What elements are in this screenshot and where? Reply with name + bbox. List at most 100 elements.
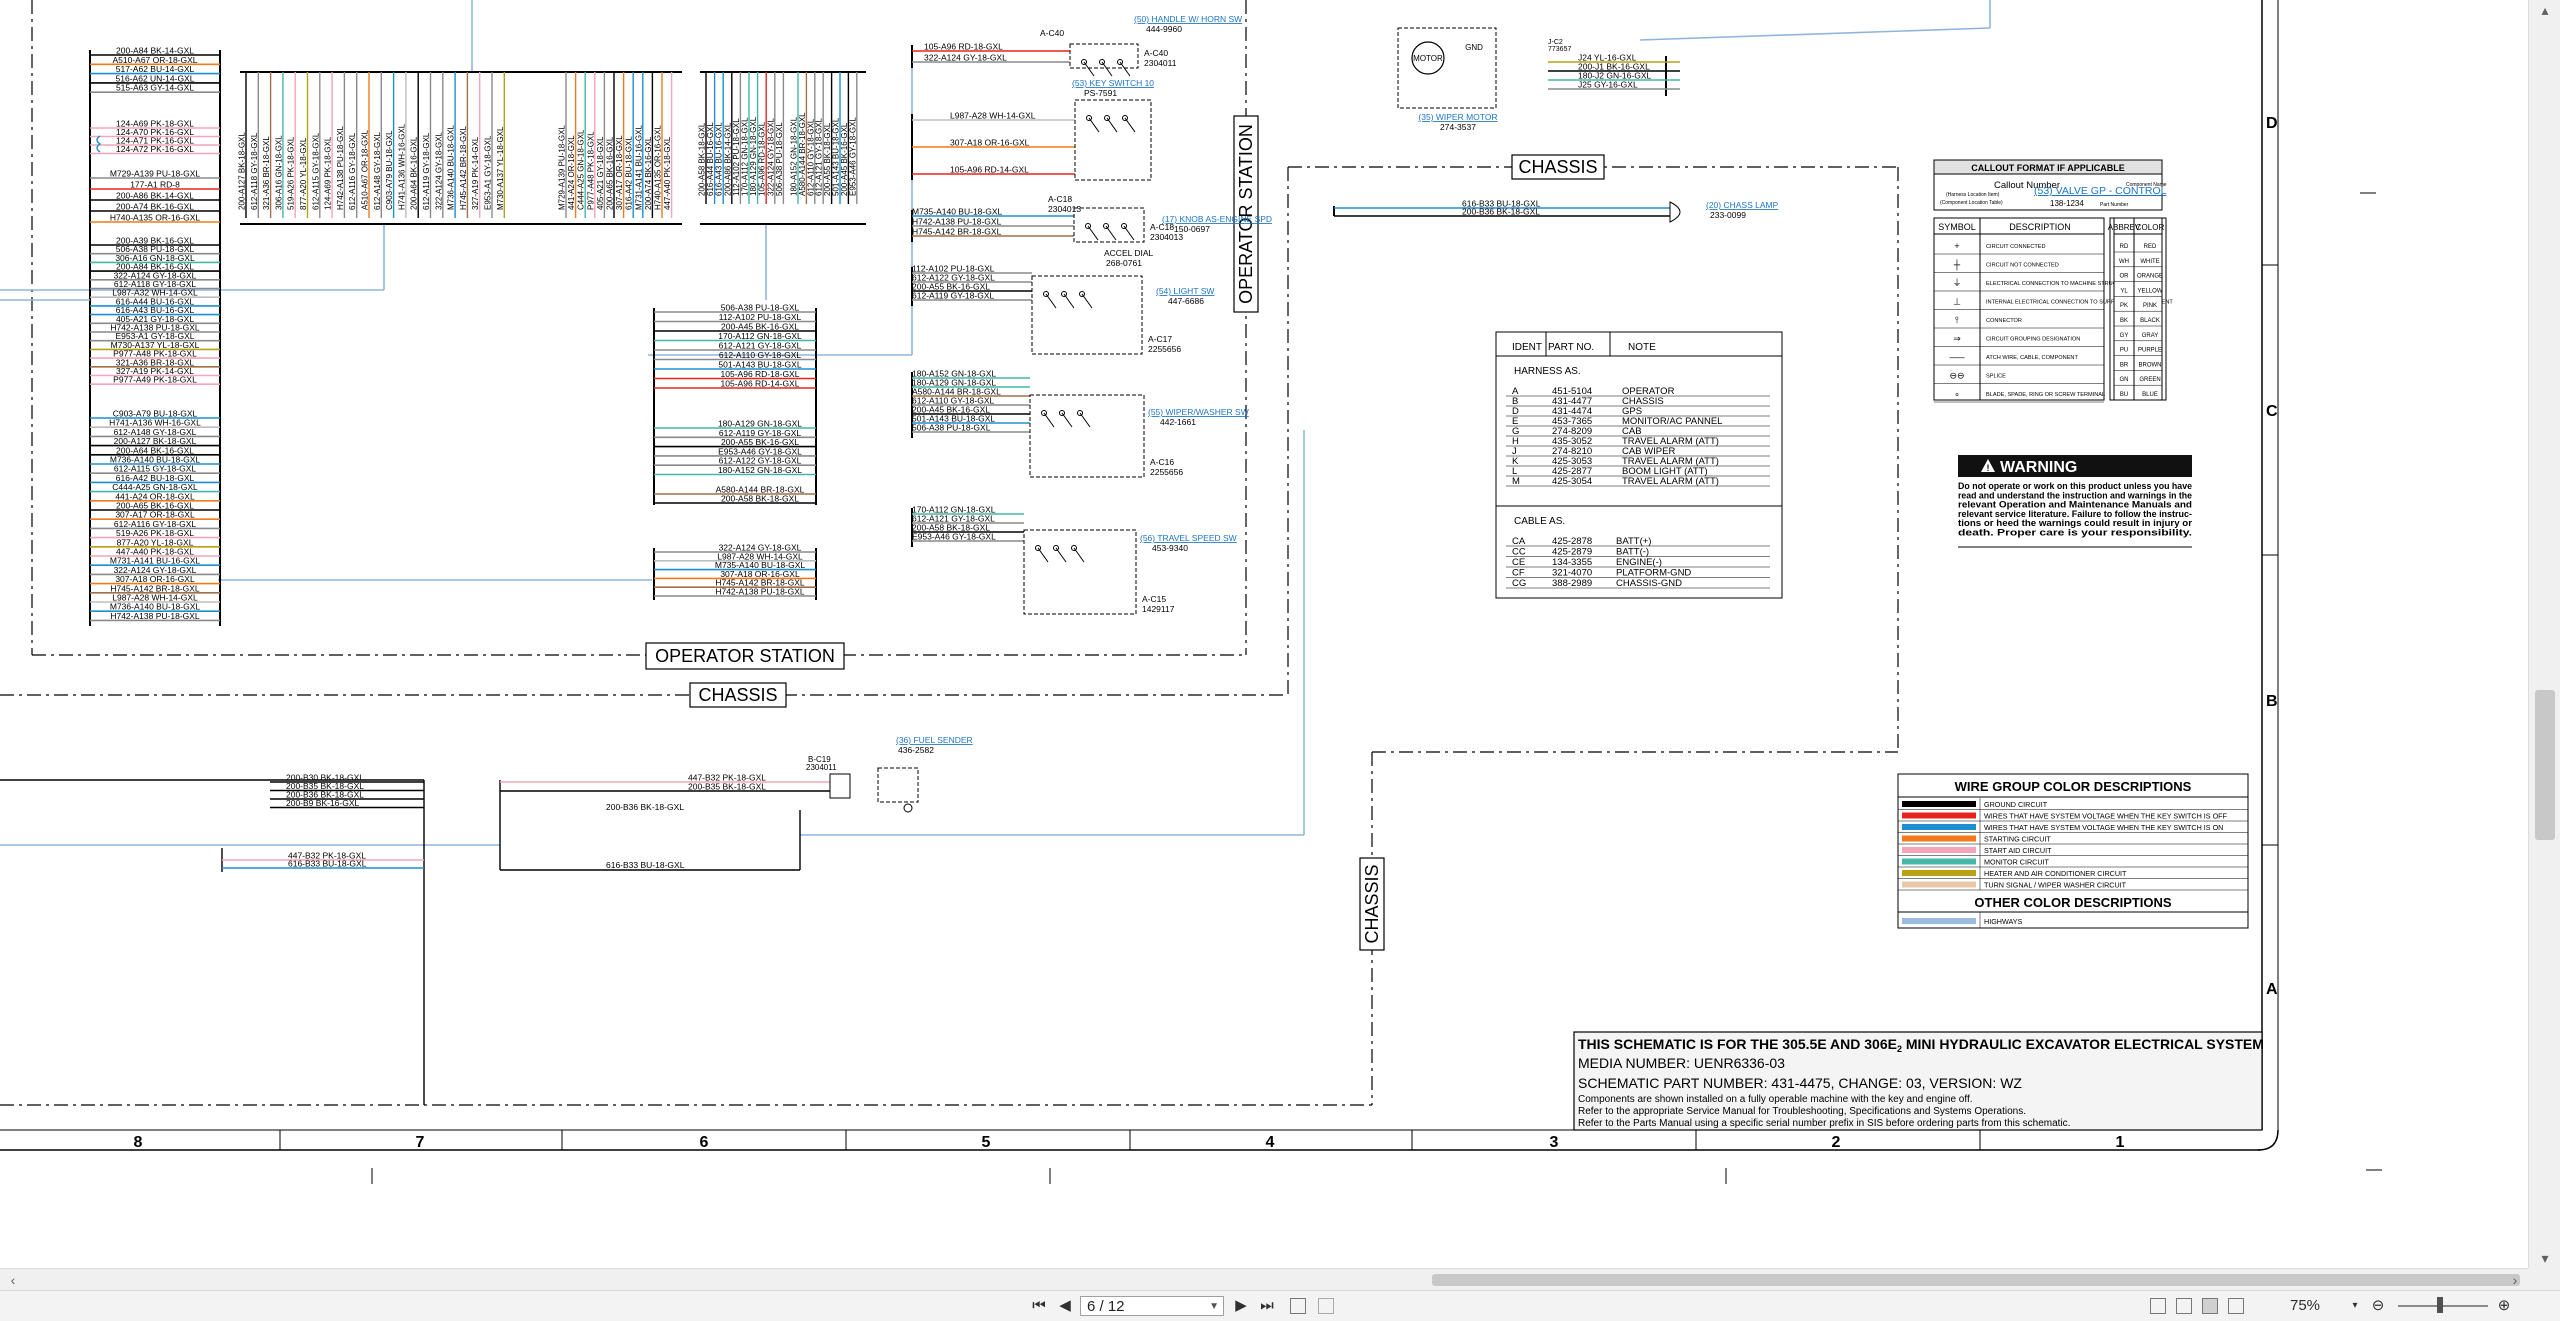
connector-id: J-C2 [1548, 39, 1563, 46]
zoom-slider-track[interactable] [2398, 1305, 2488, 1307]
color-name: YELLOW [2137, 288, 2162, 294]
first-page-button[interactable]: ⏮ [1030, 1296, 1048, 1316]
wire-label: 612-A119 GY-18-GXL [912, 291, 994, 301]
component-title: (56) TRAVEL SPEED SW [1140, 533, 1237, 543]
scroll-left-arrow-icon[interactable]: ‹ [2, 1269, 24, 1291]
wire-label: 105-A96 RD-18-GXL [924, 42, 1003, 52]
snapshot-icon[interactable] [1318, 1298, 1334, 1314]
wire-label: 105-A96 RD-14-GXL [950, 165, 1029, 175]
left-connector-c-group: M729-A139 PU-18-GXL177-A1 RD-8200-A86 BK… [90, 169, 220, 223]
wire-label: 306-A16 GN-18-GXL [274, 135, 283, 210]
wire-color-swatch [1902, 918, 1976, 924]
last-page-button[interactable]: ⏭ [1258, 1296, 1276, 1316]
vertical-scrollbar[interactable]: ▴ ▾ [2528, 0, 2560, 1268]
warning-title: WARNING [2000, 459, 2077, 476]
zoom-slider-thumb[interactable] [2437, 1297, 2443, 1313]
wire-label: H742-A138 PU-18-GXL [110, 611, 200, 621]
section-label-chassis-2: CHASSIS [1518, 157, 1597, 177]
table-cell: CHASSIS-GND [1616, 578, 1682, 589]
media-number: MEDIA NUMBER: UENR6336-03 [1578, 1055, 1785, 1071]
chevron-down-icon[interactable]: ▼ [1209, 1297, 1219, 1317]
switch-contact [1079, 412, 1091, 428]
scrollbar-corner [2528, 1268, 2560, 1290]
page-number-input[interactable]: 6 / 12 ▼ [1080, 1296, 1224, 1316]
horizontal-scroll-thumb[interactable] [1432, 1274, 2520, 1286]
color-name: WHITE [2140, 259, 2159, 265]
table-cell: ENGINE(-) [1616, 557, 1662, 568]
top-bundle-d-group: 180-A152 GN-18-GXL A580-A144 BR-18-GXL 612… [790, 72, 858, 204]
wire-label: 321-A36 BR-18-GXL [262, 136, 271, 210]
wire-label: 616-B33 BU-18-GXL [606, 860, 685, 870]
title-block: THIS SCHEMATIC IS FOR THE 305.5E AND 306… [1573, 1031, 2264, 1131]
chassis-wiring: 200-B30 BK-18-GXL200-B35 BK-18-GXL200-B3… [0, 735, 973, 1105]
connector-part: 2304011 [1144, 58, 1177, 68]
wire-label: 307-A17 OR-18-GXL [615, 135, 624, 210]
wiper-motor-component: MOTORGNDJ24 YL-16-GXL200-J1 BK-16-GXL180… [1397, 27, 1680, 132]
wire-color-swatch [1902, 812, 1976, 819]
wire-label: 327-A19 PK-14-GXL [471, 136, 480, 210]
wire-label: E953-A1 GY-18-GXL [484, 135, 493, 210]
connector-part: 1429117 [1142, 604, 1175, 614]
table-section-title: CABLE AS. [1514, 516, 1565, 527]
wire-color-swatch [1902, 801, 1976, 807]
wire-label: H740-A135 OR-16-GXL [654, 125, 663, 210]
two-page-view-icon[interactable] [2202, 1298, 2218, 1314]
wire-group-label: START AID CIRCUIT [1984, 846, 2052, 855]
table-cell: CE [1512, 557, 1525, 568]
accel-dial-part: 268-0761 [1106, 258, 1142, 268]
component-title: (50) HANDLE W/ HORN SW [1134, 14, 1242, 24]
document-viewport[interactable]: OPERATOR STATION CHASSIS CHASSIS OPERATO… [0, 0, 2528, 1268]
column-label: 6 [700, 1134, 709, 1151]
horn-sw-component: 105-A96 RD-18-GXL322-A124 GY-18-GXL (50) … [911, 14, 1242, 77]
wire-label: 200-B35 BK-18-GXL [688, 782, 766, 792]
table-header: SYMBOL [1938, 222, 1976, 232]
wire-group-label: GROUND CIRCUIT [1984, 800, 2048, 809]
wire-label: L987-A28 WH-14-GXL [950, 111, 1036, 121]
callout-example-part: 138-1234 [2050, 199, 2084, 208]
column-label: 3 [1550, 1134, 1559, 1151]
symbol-description: BLADE, SPADE, RING OR SCREW TERMINAL [1986, 392, 2105, 398]
color-abbrev: WH [2119, 259, 2129, 265]
symbol-glyph-icon: ⊥ [1953, 297, 1961, 307]
horizontal-scrollbar[interactable]: ‹ › [0, 1268, 2528, 1291]
table-cell: TRAVEL ALARM (ATT) [1622, 476, 1719, 487]
facing-view-icon[interactable] [2228, 1298, 2244, 1314]
wire-label: M729-A139 PU-18-GXL [558, 125, 567, 210]
wire-group-label: TURN SIGNAL / WIPER WASHER CIRCUIT [1984, 881, 2127, 890]
wire-group-label: WIRES THAT HAVE SYSTEM VOLTAGE WHEN THE … [1984, 823, 2223, 832]
component-body [877, 767, 919, 803]
color-abbrev: GY [2120, 333, 2129, 339]
wire-group-label: WIRES THAT HAVE SYSTEM VOLTAGE WHEN THE … [1984, 812, 2228, 821]
table-cell: BATT(+) [1616, 536, 1651, 547]
column-label: 5 [982, 1134, 991, 1151]
symbol-description: CIRCUIT CONNECTED [1986, 244, 2046, 250]
gnd-label: GND [1465, 43, 1483, 52]
mid-connector-d-group: 322-A124 GY-18-GXLL987-A28 WH-14-GXLM735… [654, 543, 816, 597]
previous-page-button[interactable]: ◀ [1056, 1296, 1074, 1316]
vertical-scroll-thumb[interactable] [2535, 690, 2555, 840]
zoom-in-button[interactable]: ⊕ [2494, 1296, 2514, 1316]
wire-label: 177-A1 RD-8 [130, 180, 180, 190]
wire-color-swatch [1902, 870, 1976, 876]
zoom-dropdown-chevron-icon[interactable]: ▾ [2350, 1296, 2360, 1316]
accel-dial-label: ACCEL DIAL [1104, 248, 1154, 258]
wire-label: M736-A140 BU-18-GXL [447, 125, 456, 210]
continuous-view-icon[interactable] [2176, 1298, 2192, 1314]
single-page-view-icon[interactable] [2150, 1298, 2166, 1314]
scroll-down-arrow-icon[interactable]: ▾ [2529, 1248, 2560, 1268]
table-cell: 388-2989 [1552, 578, 1592, 589]
warning-block: ! WARNING Do not operate or work on this… [1958, 455, 2192, 548]
zoom-level[interactable]: 75% [2290, 1296, 2320, 1316]
table-cell: 134-3355 [1552, 557, 1592, 568]
copy-icon[interactable] [1290, 1298, 1306, 1314]
table-header: COLOR [2136, 223, 2165, 232]
next-page-button[interactable]: ▶ [1232, 1296, 1250, 1316]
viewer-toolbar: ⏮ ◀ 6 / 12 ▼ ▶ ⏭ 75% ▾ ⊖ ⊕ [0, 1290, 2560, 1321]
wire-label: P977-A49 PK-18-GXL [113, 375, 197, 385]
wire-label: E953-A46 GY-18-GXL [912, 532, 996, 542]
zoom-out-button[interactable]: ⊖ [2368, 1296, 2388, 1316]
color-name: BROWN [2139, 362, 2162, 368]
scroll-up-arrow-icon[interactable]: ▴ [2529, 0, 2560, 20]
connector-id: A-C18 [1048, 194, 1072, 204]
scroll-right-arrow-icon[interactable]: › [2504, 1269, 2526, 1291]
